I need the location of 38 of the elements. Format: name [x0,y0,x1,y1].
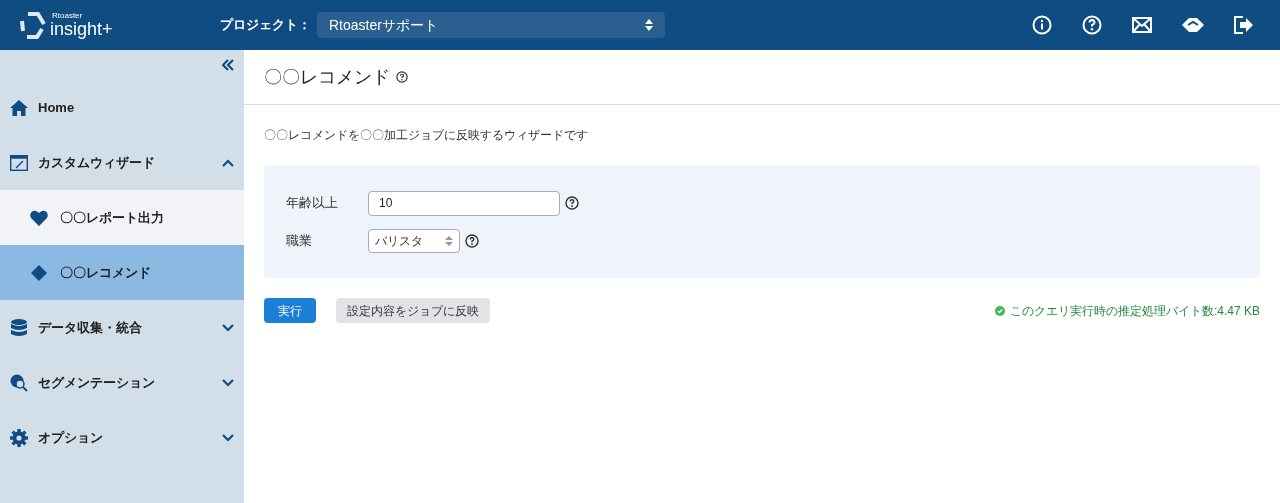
sidebar-subitem[interactable]: 〇〇レコメンド [0,245,244,300]
check-icon [994,305,1005,316]
diamond-icon [30,264,48,281]
info-icon[interactable] [1032,15,1052,35]
sidebar-item[interactable]: カスタムウィザード [0,135,244,190]
logo-text: Rtoaster [51,12,84,20]
database-icon [10,318,28,337]
field-label: 年齢以上 [286,194,339,213]
logo-text: insight+ [50,20,113,38]
sidebar-item[interactable]: セグメンテーション [0,355,244,410]
input-field[interactable]: 10 [368,190,560,216]
page-title: 〇〇レコメンド [264,65,390,89]
apply-button[interactable]: 設定内容をジョブに反映 [336,298,490,323]
description-text: 〇〇レコメンドを〇〇加工ジョブに反映するウィザードです [263,127,589,144]
sidebar-subitem[interactable]: 〇〇レポート出力 [0,190,244,245]
sort-arrows-icon [445,234,453,247]
project-select[interactable]: Rtoasterサポート [317,12,665,38]
help-icon[interactable] [465,233,479,248]
logout-icon[interactable] [1234,16,1254,34]
project-label: プロジェクト： [220,16,311,35]
sidebar-item[interactable]: Home [0,80,244,135]
field-label: 職業 [286,231,313,250]
logo-icon [20,11,46,39]
home-icon [10,99,28,116]
sidebar-item[interactable]: データ収集・統合 [0,300,244,355]
sidebar-item[interactable]: オプション [0,410,244,465]
settings-icon [10,428,28,447]
run-button[interactable]: 実行 [264,298,316,323]
occupation-select[interactable]: バリスタ [368,228,460,253]
help-icon[interactable] [565,196,579,210]
wizard-window-icon [10,154,28,171]
status-text: このクエリ実行時の推定処理バイト数:4.47 KB [1009,302,1260,320]
collapse-icon[interactable] [222,59,234,71]
mail-icon[interactable] [1132,17,1152,33]
sort-arrows-icon [645,19,653,31]
help-icon[interactable] [396,71,408,83]
magnifier-chart-icon [10,373,28,392]
heart-icon [30,209,48,226]
